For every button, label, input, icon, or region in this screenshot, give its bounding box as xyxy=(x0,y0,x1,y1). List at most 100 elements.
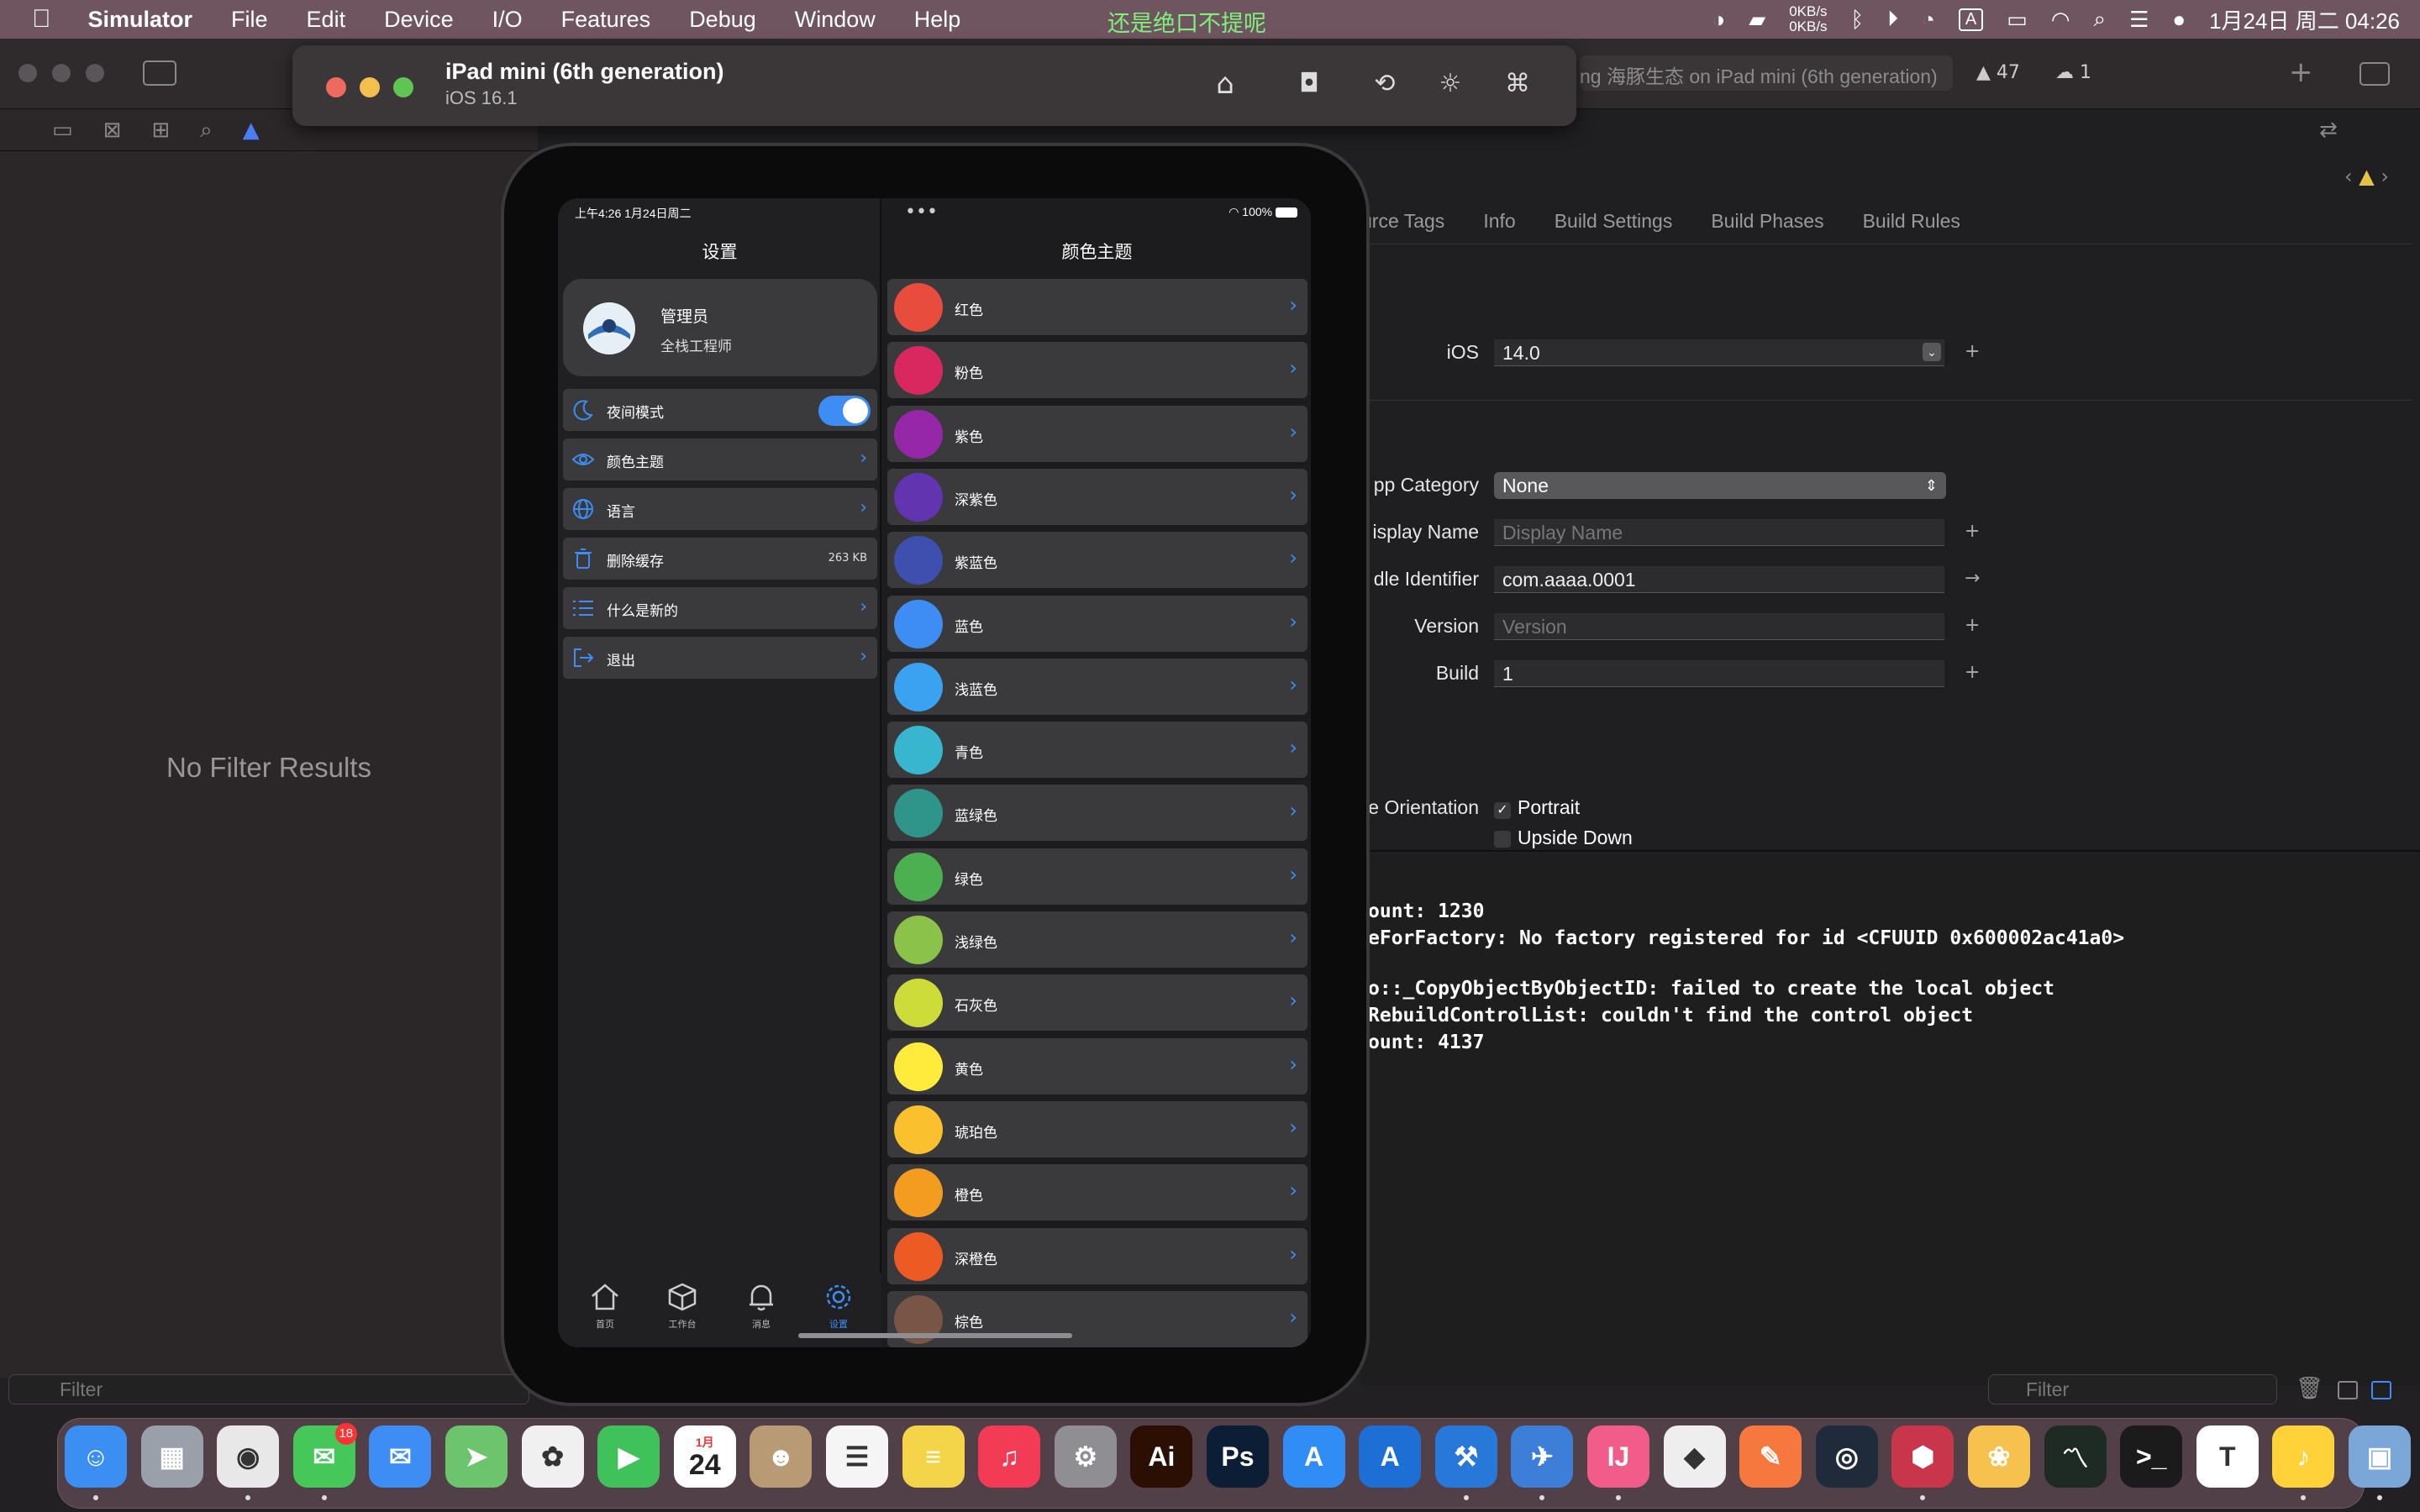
display-name-field[interactable]: Display Name xyxy=(1494,519,1944,546)
bundle-id-arrow-icon[interactable]: → xyxy=(1965,568,1980,589)
bundle-id-field[interactable]: com.aaaa.0001 xyxy=(1494,566,1944,593)
color-row[interactable]: 红色 › xyxy=(887,279,1307,335)
tab-gear[interactable]: 设置 xyxy=(813,1282,864,1331)
tab-build-rules[interactable]: Build Rules xyxy=(1863,210,1960,233)
settings-row-0[interactable]: 夜间模式 xyxy=(563,389,877,431)
app-store-icon[interactable]: A xyxy=(1282,1425,1345,1488)
color-row[interactable]: 蓝色 › xyxy=(887,595,1307,652)
minimize-button[interactable] xyxy=(360,77,380,97)
clock[interactable]: 1月24日 周二 04:26 xyxy=(2209,4,2400,35)
finder-icon[interactable]: ☺ xyxy=(65,1425,127,1488)
add-display-name-icon[interactable]: + xyxy=(1965,521,1980,542)
close-button[interactable] xyxy=(326,77,346,97)
bluetooth-icon[interactable]: ᛒ xyxy=(1851,7,1865,33)
adjust-editor-icon[interactable]: ⇄ xyxy=(2319,118,2338,143)
system-preferences-icon[interactable]: ⚙ xyxy=(1054,1425,1117,1488)
menu-file[interactable]: File xyxy=(231,7,268,33)
issue-nav-icon[interactable]: ‹ ▲ › xyxy=(2344,165,2389,188)
command-icon[interactable]: ⌘ xyxy=(1499,66,1536,102)
color-row[interactable]: 紫蓝色 › xyxy=(887,532,1307,589)
cat-icon[interactable]: ▰ xyxy=(1749,7,1765,33)
control-center-icon[interactable]: ☰ xyxy=(2129,7,2149,33)
spotlight-icon[interactable]: ⌕ xyxy=(2094,6,2107,33)
contacts-icon[interactable]: ☻ xyxy=(750,1425,813,1488)
settings-row-1[interactable]: 颜色主题 › xyxy=(563,438,877,480)
color-row[interactable]: 橙色 › xyxy=(887,1164,1307,1221)
night-mode-toggle[interactable] xyxy=(818,396,871,426)
split-right-icon[interactable] xyxy=(2371,1381,2391,1399)
menu-edit[interactable]: Edit xyxy=(307,7,346,33)
maps-icon[interactable]: ➤ xyxy=(445,1425,508,1488)
menu-features[interactable]: Features xyxy=(561,7,651,33)
color-row[interactable]: 粉色 › xyxy=(887,342,1307,399)
tab-build-phases[interactable]: Build Phases xyxy=(1711,210,1823,233)
terminal-icon[interactable]: >_ xyxy=(2120,1425,2183,1488)
settings-row-5[interactable]: 退出 › xyxy=(563,637,877,679)
chrome-icon[interactable]: ◉ xyxy=(217,1425,280,1488)
menu-io[interactable]: I/O xyxy=(492,7,523,33)
settings-row-3[interactable]: 删除缓存 263 KB xyxy=(563,538,877,580)
calendar-icon[interactable]: 1月 24 xyxy=(673,1425,736,1488)
color-row[interactable]: 琥珀色 › xyxy=(887,1100,1307,1158)
color-row[interactable]: 青色 › xyxy=(887,722,1307,779)
issues-count[interactable]: ☁ 1 xyxy=(2055,62,2091,83)
music-icon[interactable]: ♫ xyxy=(978,1425,1041,1488)
notes-icon[interactable]: ≡ xyxy=(902,1425,965,1488)
profile-card[interactable]: 管理员 全栈工程师 xyxy=(563,279,877,376)
menu-window[interactable]: Window xyxy=(795,7,876,33)
rotate-icon[interactable]: ⟲ xyxy=(1366,66,1403,102)
find-icon[interactable]: ⌕ xyxy=(200,118,213,144)
color-row[interactable]: 黄色 › xyxy=(887,1037,1307,1095)
add-build-icon[interactable]: + xyxy=(1965,662,1980,683)
tab-house[interactable]: 首页 xyxy=(580,1282,630,1331)
wifi-icon[interactable]: ◠ xyxy=(2051,7,2070,33)
zoom-window-button[interactable] xyxy=(86,64,104,82)
add-icon[interactable]: + xyxy=(2289,55,2313,89)
xcode-dev-icon[interactable]: A xyxy=(1359,1425,1422,1488)
color-row[interactable]: 浅绿色 › xyxy=(887,911,1307,968)
paw-icon[interactable]: ❀ xyxy=(1968,1425,2030,1488)
portrait-checkbox[interactable]: ✓ Portrait xyxy=(1494,796,1580,819)
color-row[interactable]: 棕色 › xyxy=(887,1290,1307,1347)
navigator-filter-input[interactable]: Filter xyxy=(8,1374,529,1404)
intellij-icon[interactable]: IJ xyxy=(1587,1425,1649,1488)
folder-icon[interactable]: ▭ xyxy=(52,118,73,144)
menu-device[interactable]: Device xyxy=(384,7,454,33)
multitasking-dots-icon[interactable]: ••• xyxy=(905,202,938,223)
virtualbox-icon[interactable]: ⬢ xyxy=(1891,1425,1954,1488)
warnings-count[interactable]: ▲ 47 xyxy=(1976,62,2020,83)
hierarchy-icon[interactable]: ⊞ xyxy=(151,118,170,144)
inspector-toggle-icon[interactable] xyxy=(2360,62,2390,86)
color-row[interactable]: 紫色 › xyxy=(887,405,1307,462)
color-row[interactable]: 绿色 › xyxy=(887,848,1307,905)
add-deployment-icon[interactable]: + xyxy=(1965,341,1980,362)
typora-icon[interactable]: T xyxy=(2196,1425,2259,1488)
vpn-icon[interactable]: ◑ xyxy=(1712,7,1725,33)
siri-icon[interactable]: ● xyxy=(2172,7,2186,33)
color-row[interactable]: 深紫色 › xyxy=(887,468,1307,525)
settings-row-2[interactable]: 语言 › xyxy=(563,488,877,530)
maps-2-icon[interactable]: ◆ xyxy=(1663,1425,1726,1488)
ios-deployment-select[interactable]: 14.0 ⌄ xyxy=(1494,339,1944,366)
settings-row-4[interactable]: 什么是新的 › xyxy=(563,587,877,629)
add-version-icon[interactable]: + xyxy=(1965,615,1980,636)
chatgpt-icon[interactable]: ◎ xyxy=(1815,1425,1878,1488)
launchpad-icon[interactable]: ▦ xyxy=(140,1425,203,1488)
play-icon[interactable]: ⏵ xyxy=(1887,6,1898,33)
tab-build-settings[interactable]: Build Settings xyxy=(1555,210,1673,233)
battery-icon[interactable]: ▭ xyxy=(2007,7,2028,33)
apple-menu-icon[interactable]:  xyxy=(32,5,51,34)
tab-info[interactable]: Info xyxy=(1483,210,1515,233)
qqmusic-icon[interactable]: ♪ xyxy=(2272,1425,2335,1488)
zoom-button[interactable] xyxy=(393,77,413,97)
menu-debug[interactable]: Debug xyxy=(689,7,756,33)
pencil-icon[interactable]: ✎ xyxy=(1739,1425,1802,1488)
color-row[interactable]: 浅蓝色 › xyxy=(887,658,1307,715)
tab-cube[interactable]: 工作台 xyxy=(657,1282,708,1331)
source-control-icon[interactable]: ⊠ xyxy=(103,118,122,144)
home-icon[interactable]: ⌂ xyxy=(1207,66,1244,102)
input-method-icon[interactable]: A xyxy=(1958,8,1984,31)
issue-icon[interactable]: ▲ xyxy=(243,118,260,144)
upside-down-checkbox[interactable]: Upside Down xyxy=(1494,827,1633,849)
appearance-icon[interactable]: ☼ xyxy=(1432,66,1469,102)
